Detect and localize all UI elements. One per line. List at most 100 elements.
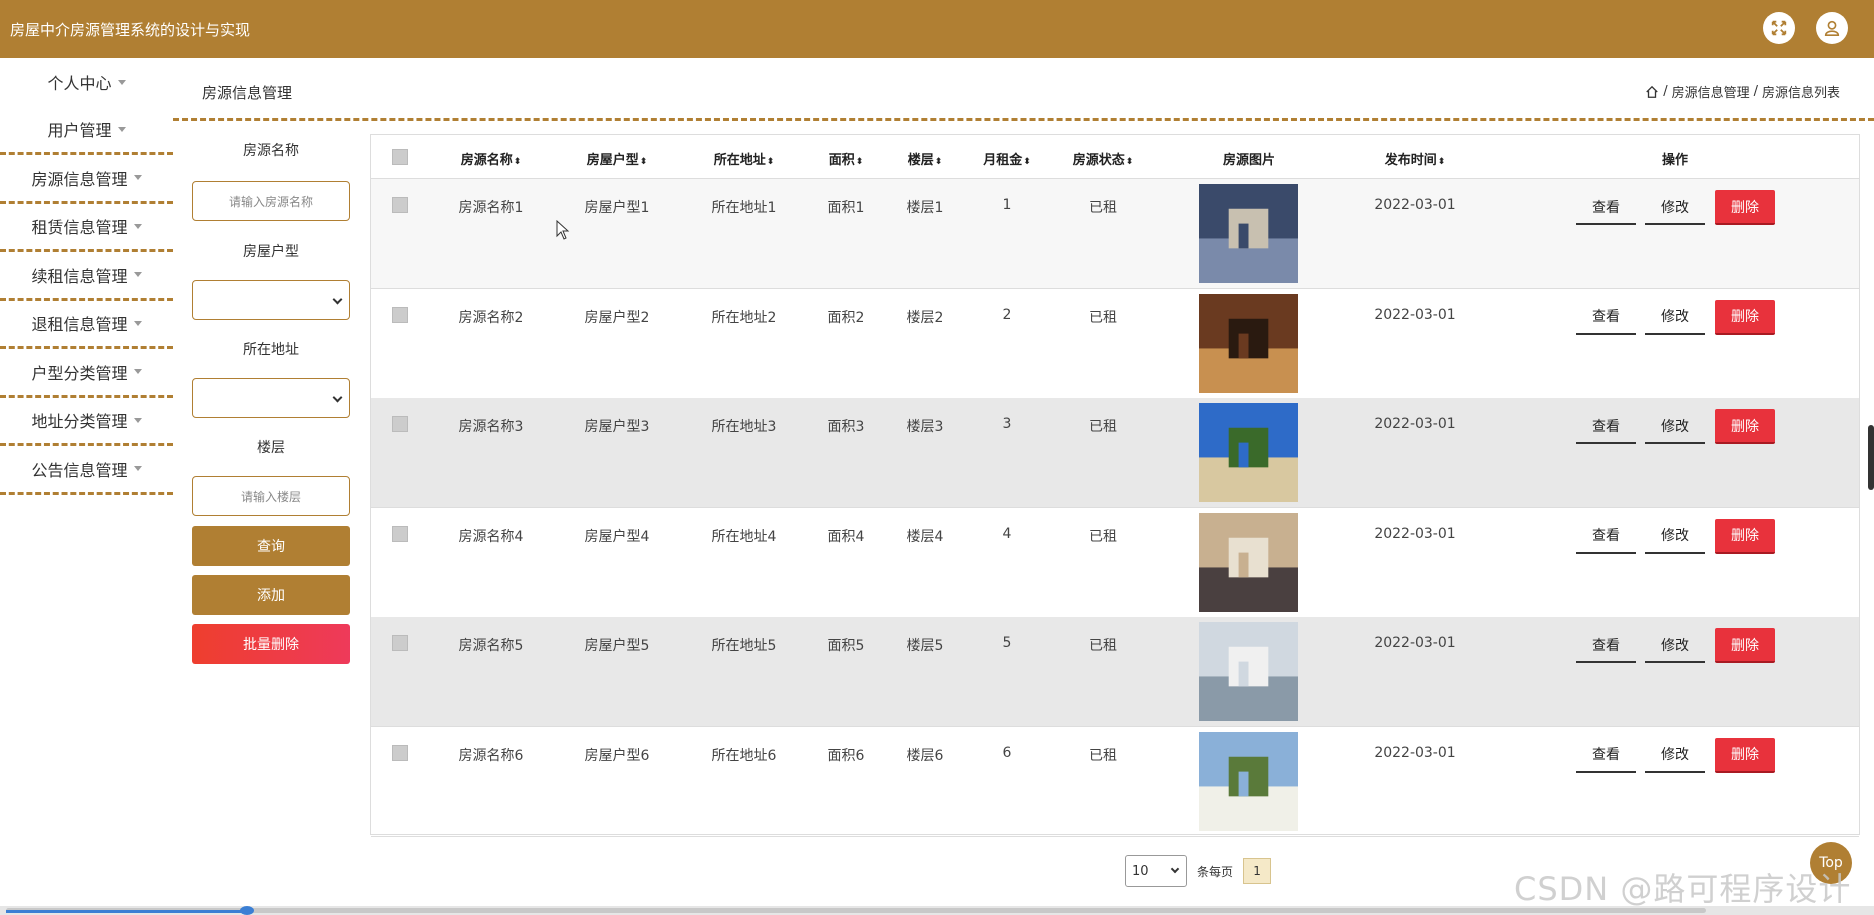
sidebar-item-announcements[interactable]: 公告信息管理 xyxy=(0,446,173,495)
col-type[interactable]: 房屋户型⬍ xyxy=(587,149,648,168)
cell-name: 房源名称2 xyxy=(458,309,524,326)
app-title: 房屋中介房源管理系统的设计与实现 xyxy=(10,20,251,39)
caret-down-icon xyxy=(133,272,142,278)
sidebar-item-leases[interactable]: 租赁信息管理 xyxy=(0,204,173,252)
col-label: 楼层 xyxy=(907,153,934,168)
cell-status: 已租 xyxy=(1089,747,1117,764)
edit-button[interactable]: 修改 xyxy=(1645,519,1705,554)
cell-status: 已租 xyxy=(1089,528,1117,545)
address-select[interactable] xyxy=(192,378,350,418)
col-floor[interactable]: 楼层⬍ xyxy=(908,149,943,168)
search-panel: 房源名称 请输入房源名称 房屋户型 所在地址 楼层 请输入楼层 查询 添加 批量… xyxy=(192,140,350,664)
edit-button[interactable]: 修改 xyxy=(1645,738,1705,773)
cell-status: 已租 xyxy=(1089,419,1117,435)
col-actions: 操作 xyxy=(1662,149,1688,168)
view-button[interactable]: 查看 xyxy=(1576,738,1636,773)
delete-button[interactable]: 删除 xyxy=(1715,299,1775,335)
view-button[interactable]: 查看 xyxy=(1576,300,1636,335)
listing-photo xyxy=(1199,293,1298,393)
delete-button[interactable]: 删除 xyxy=(1715,628,1775,663)
add-button[interactable]: 添加 xyxy=(192,575,350,615)
row-checkbox[interactable] xyxy=(392,744,408,761)
delete-button[interactable]: 删除 xyxy=(1715,737,1775,773)
sidebar: 个人中心 用户管理 房源信息管理 租赁信息管理 续租信息管理 退租信息管理 户型… xyxy=(0,58,173,495)
query-button[interactable]: 查询 xyxy=(192,526,350,566)
col-label: 所在地址 xyxy=(713,153,766,168)
breadcrumb-separator: / xyxy=(1753,84,1758,99)
horizontal-scrollbar[interactable] xyxy=(0,906,1874,915)
col-image: 房源图片 xyxy=(1223,149,1275,168)
cell-name: 房源名称3 xyxy=(458,419,524,435)
delete-button[interactable]: 删除 xyxy=(1715,518,1775,554)
table-header: 房源名称⬍ 房屋户型⬍ 所在地址⬍ 面积⬍ 楼层⬍ 月租金⬍ 房源状态⬍ 房源图… xyxy=(371,135,1859,179)
col-name[interactable]: 房源名称⬍ xyxy=(461,149,522,168)
sidebar-item-listings[interactable]: 房源信息管理 xyxy=(0,155,173,204)
pagination: 10 条每页 1 xyxy=(1125,855,1272,887)
edit-button[interactable]: 修改 xyxy=(1645,300,1705,335)
sidebar-item-personal-center[interactable]: 个人中心 xyxy=(0,58,173,107)
page-button-1[interactable]: 1 xyxy=(1243,858,1272,884)
page-size-select[interactable]: 10 xyxy=(1125,855,1187,887)
name-input[interactable]: 请输入房源名称 xyxy=(192,181,350,221)
vertical-scrollbar[interactable] xyxy=(1868,425,1874,490)
batch-delete-button[interactable]: 批量删除 xyxy=(192,624,350,664)
cell-area: 面积5 xyxy=(827,638,865,654)
row-checkbox[interactable] xyxy=(392,525,408,542)
cell-status: 已租 xyxy=(1089,638,1117,654)
user-icon[interactable] xyxy=(1816,12,1848,44)
col-date[interactable]: 发布时间⬍ xyxy=(1385,149,1446,168)
cell-date: 2022-03-01 xyxy=(1374,197,1456,213)
sidebar-item-renewals[interactable]: 续租信息管理 xyxy=(0,252,173,301)
cell-date: 2022-03-01 xyxy=(1374,525,1456,542)
cell-type: 房屋户型6 xyxy=(584,747,650,764)
row-checkbox[interactable] xyxy=(392,197,408,213)
sidebar-item-layout-categories[interactable]: 户型分类管理 xyxy=(0,349,173,398)
edit-button[interactable]: 修改 xyxy=(1645,190,1705,225)
delete-button[interactable]: 删除 xyxy=(1715,190,1775,225)
sidebar-item-terminations[interactable]: 退租信息管理 xyxy=(0,301,173,349)
sidebar-item-label: 退租信息管理 xyxy=(31,315,128,335)
edit-button[interactable]: 修改 xyxy=(1645,409,1705,444)
home-icon[interactable] xyxy=(1645,85,1659,99)
delete-button[interactable]: 删除 xyxy=(1715,409,1775,444)
caret-down-icon xyxy=(133,320,142,326)
view-button[interactable]: 查看 xyxy=(1576,519,1636,554)
sidebar-item-users[interactable]: 用户管理 xyxy=(0,107,173,155)
col-area[interactable]: 面积⬍ xyxy=(829,149,864,168)
col-address[interactable]: 所在地址⬍ xyxy=(714,149,775,168)
select-all-checkbox[interactable] xyxy=(392,149,408,165)
cell-type: 房屋户型3 xyxy=(584,419,650,435)
cell-name: 房源名称4 xyxy=(458,528,524,545)
table-row: 房源名称2 房屋户型2 所在地址2 面积2 楼层2 2 已租 2022-03-01 查看 修改删… xyxy=(371,289,1859,399)
breadcrumb-item[interactable]: 房源信息管理 xyxy=(1672,82,1750,101)
edit-button[interactable]: 修改 xyxy=(1645,628,1705,663)
col-status[interactable]: 房源状态⬍ xyxy=(1073,149,1134,168)
expand-icon[interactable] xyxy=(1763,12,1795,44)
caret-down-icon xyxy=(117,126,126,132)
cell-floor: 楼层1 xyxy=(906,200,944,216)
floor-label: 楼层 xyxy=(257,440,285,456)
cell-type: 房屋户型4 xyxy=(584,528,650,545)
view-button[interactable]: 查看 xyxy=(1576,190,1636,225)
floor-input[interactable]: 请输入楼层 xyxy=(192,476,350,516)
type-select[interactable] xyxy=(192,280,350,320)
row-checkbox[interactable] xyxy=(392,306,408,323)
cell-type: 房屋户型2 xyxy=(584,309,650,326)
col-label: 房源状态 xyxy=(1072,153,1125,168)
per-page-label: 条每页 xyxy=(1197,864,1234,879)
col-rent[interactable]: 月租金⬍ xyxy=(983,149,1031,168)
sidebar-item-label: 个人中心 xyxy=(47,74,112,94)
view-button[interactable]: 查看 xyxy=(1576,409,1636,444)
row-checkbox[interactable] xyxy=(392,416,408,432)
cell-address: 所在地址3 xyxy=(711,419,777,435)
scroll-thumb[interactable] xyxy=(240,906,254,915)
scroll-progress xyxy=(6,910,246,913)
sidebar-item-address-categories[interactable]: 地址分类管理 xyxy=(0,398,173,446)
caret-down-icon xyxy=(133,223,142,229)
view-button[interactable]: 查看 xyxy=(1576,628,1636,663)
row-checkbox[interactable] xyxy=(392,635,408,651)
cell-floor: 楼层6 xyxy=(906,747,944,764)
divider xyxy=(173,118,1874,121)
sort-icon: ⬍ xyxy=(855,157,864,167)
sidebar-item-label: 续租信息管理 xyxy=(31,266,128,286)
